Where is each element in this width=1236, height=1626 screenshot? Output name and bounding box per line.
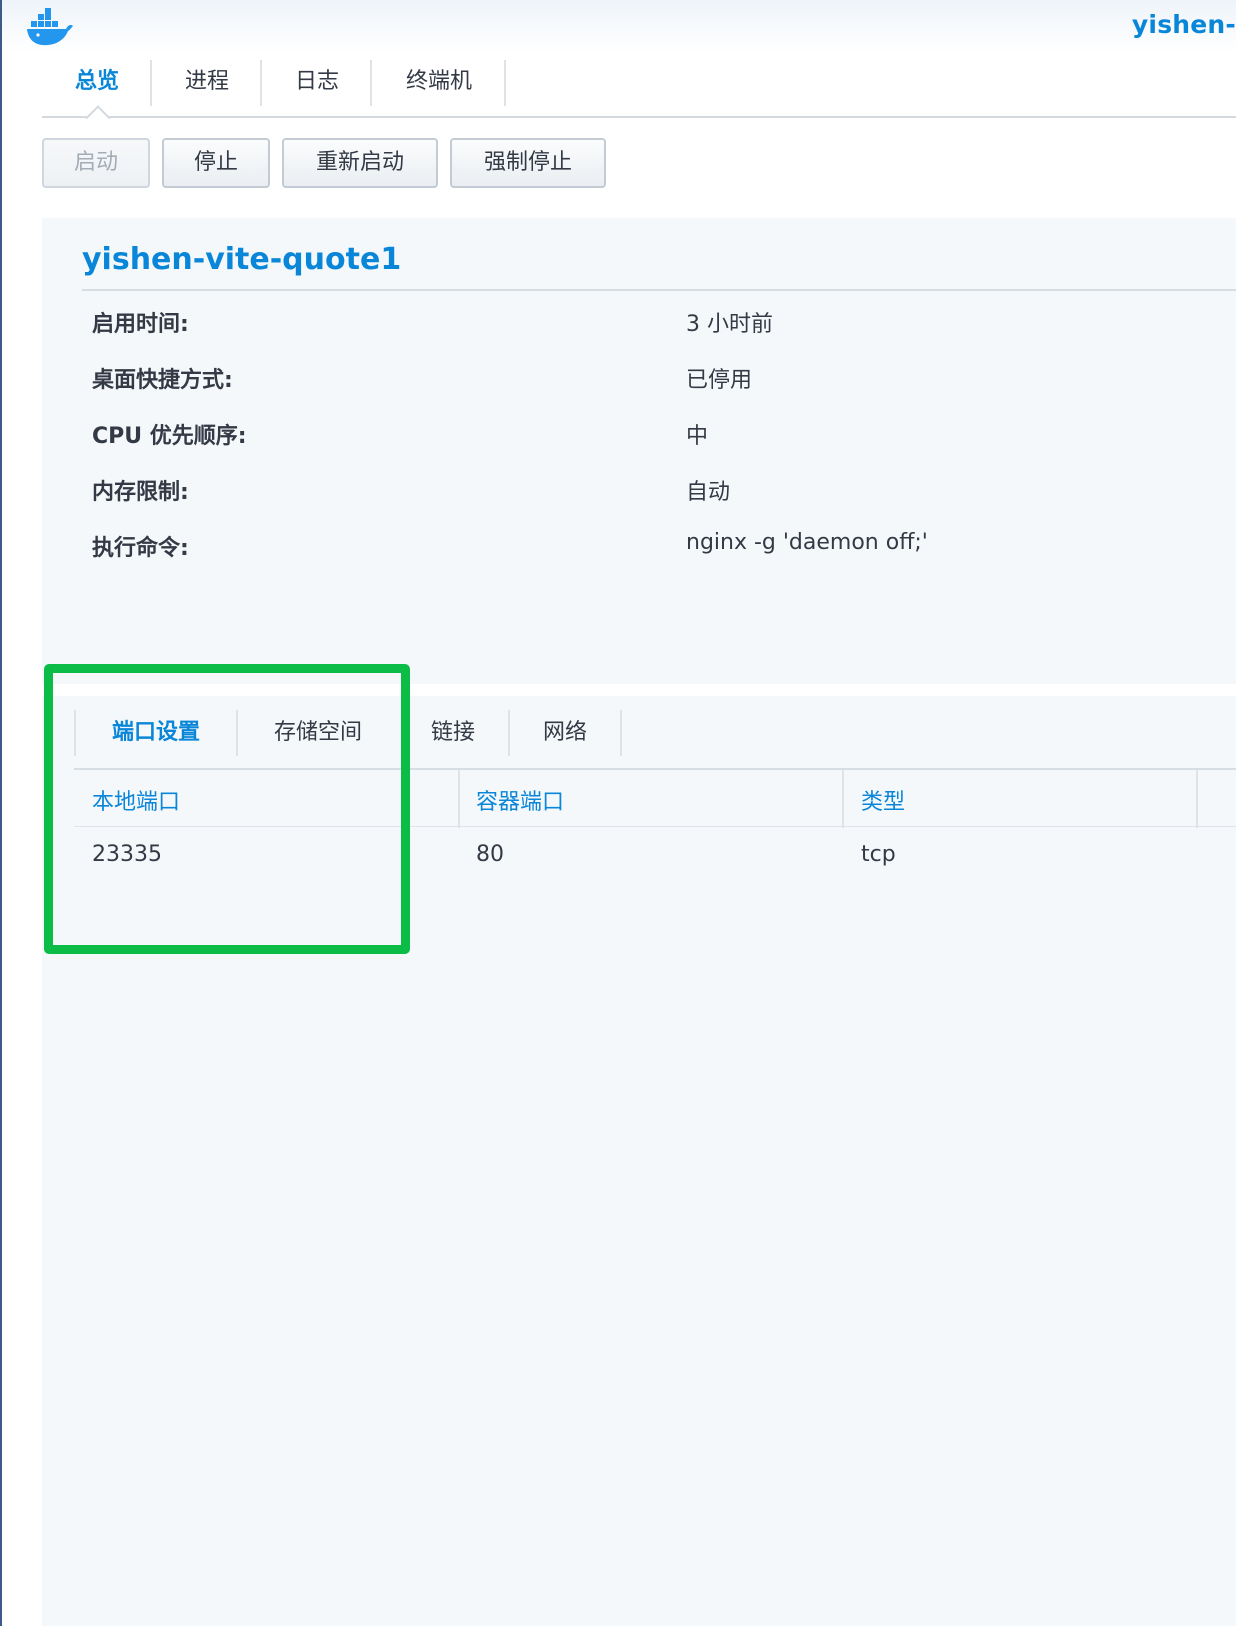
tab-storage[interactable]: 存储空间 — [238, 708, 398, 758]
column-header-local-port[interactable]: 本地端口 — [92, 784, 180, 816]
column-header-container-port[interactable]: 容器端口 — [476, 784, 564, 816]
tab-links[interactable]: 链接 — [398, 708, 508, 758]
container-name-underline — [82, 289, 1236, 291]
force-stop-button[interactable]: 强制停止 — [450, 138, 606, 188]
table-cell-type: tcp — [861, 842, 896, 867]
column-separator — [1196, 770, 1198, 828]
table-header-underline — [74, 826, 1236, 827]
column-header-type[interactable]: 类型 — [861, 784, 905, 816]
detail-tab-underline — [74, 768, 1236, 770]
info-label-command: 执行命令: — [92, 536, 189, 561]
info-value-desktop-shortcut: 已停用 — [686, 368, 753, 393]
info-value-command: nginx -g 'daemon off;' — [686, 530, 928, 555]
tab-bar-underline — [42, 116, 1236, 118]
info-value-cpu-priority: 中 — [686, 424, 709, 449]
detail-tab-bar: 端口设置 存储空间 链接 网络 — [74, 708, 1236, 770]
title-bar: yishen- — [2, 0, 1236, 52]
tab-terminal[interactable]: 终端机 — [372, 58, 506, 106]
docker-whale-icon — [27, 8, 73, 46]
tab-separator — [620, 710, 622, 756]
restart-button[interactable]: 重新启动 — [282, 138, 438, 188]
main-tab-bar: 总览 进程 日志 终端机 — [42, 58, 1236, 131]
info-value-uptime: 3 小时前 — [686, 312, 773, 337]
info-value-memory-limit: 自动 — [686, 480, 731, 505]
info-label-cpu-priority: CPU 优先顺序: — [92, 424, 247, 449]
section-divider — [42, 684, 1236, 696]
info-label-memory-limit: 内存限制: — [92, 480, 189, 505]
table-cell-local-port: 23335 — [92, 842, 162, 867]
tab-logs[interactable]: 日志 — [262, 58, 372, 106]
window-title: yishen- — [1131, 10, 1236, 39]
tab-overview[interactable]: 总览 — [42, 58, 152, 106]
start-button[interactable]: 启动 — [42, 138, 150, 188]
tab-network[interactable]: 网络 — [510, 708, 620, 758]
window-left-border — [0, 0, 2, 1626]
tab-processes[interactable]: 进程 — [152, 58, 262, 106]
info-label-uptime: 启用时间: — [92, 312, 189, 337]
active-tab-indicator — [85, 105, 111, 131]
container-name: yishen-vite-quote1 — [82, 242, 402, 277]
column-separator — [842, 770, 844, 828]
tab-separator — [504, 60, 506, 106]
column-separator — [458, 770, 460, 828]
stop-button[interactable]: 停止 — [162, 138, 270, 188]
tab-port-settings[interactable]: 端口设置 — [76, 708, 236, 758]
table-cell-container-port: 80 — [476, 842, 504, 867]
info-label-desktop-shortcut: 桌面快捷方式: — [92, 368, 233, 393]
